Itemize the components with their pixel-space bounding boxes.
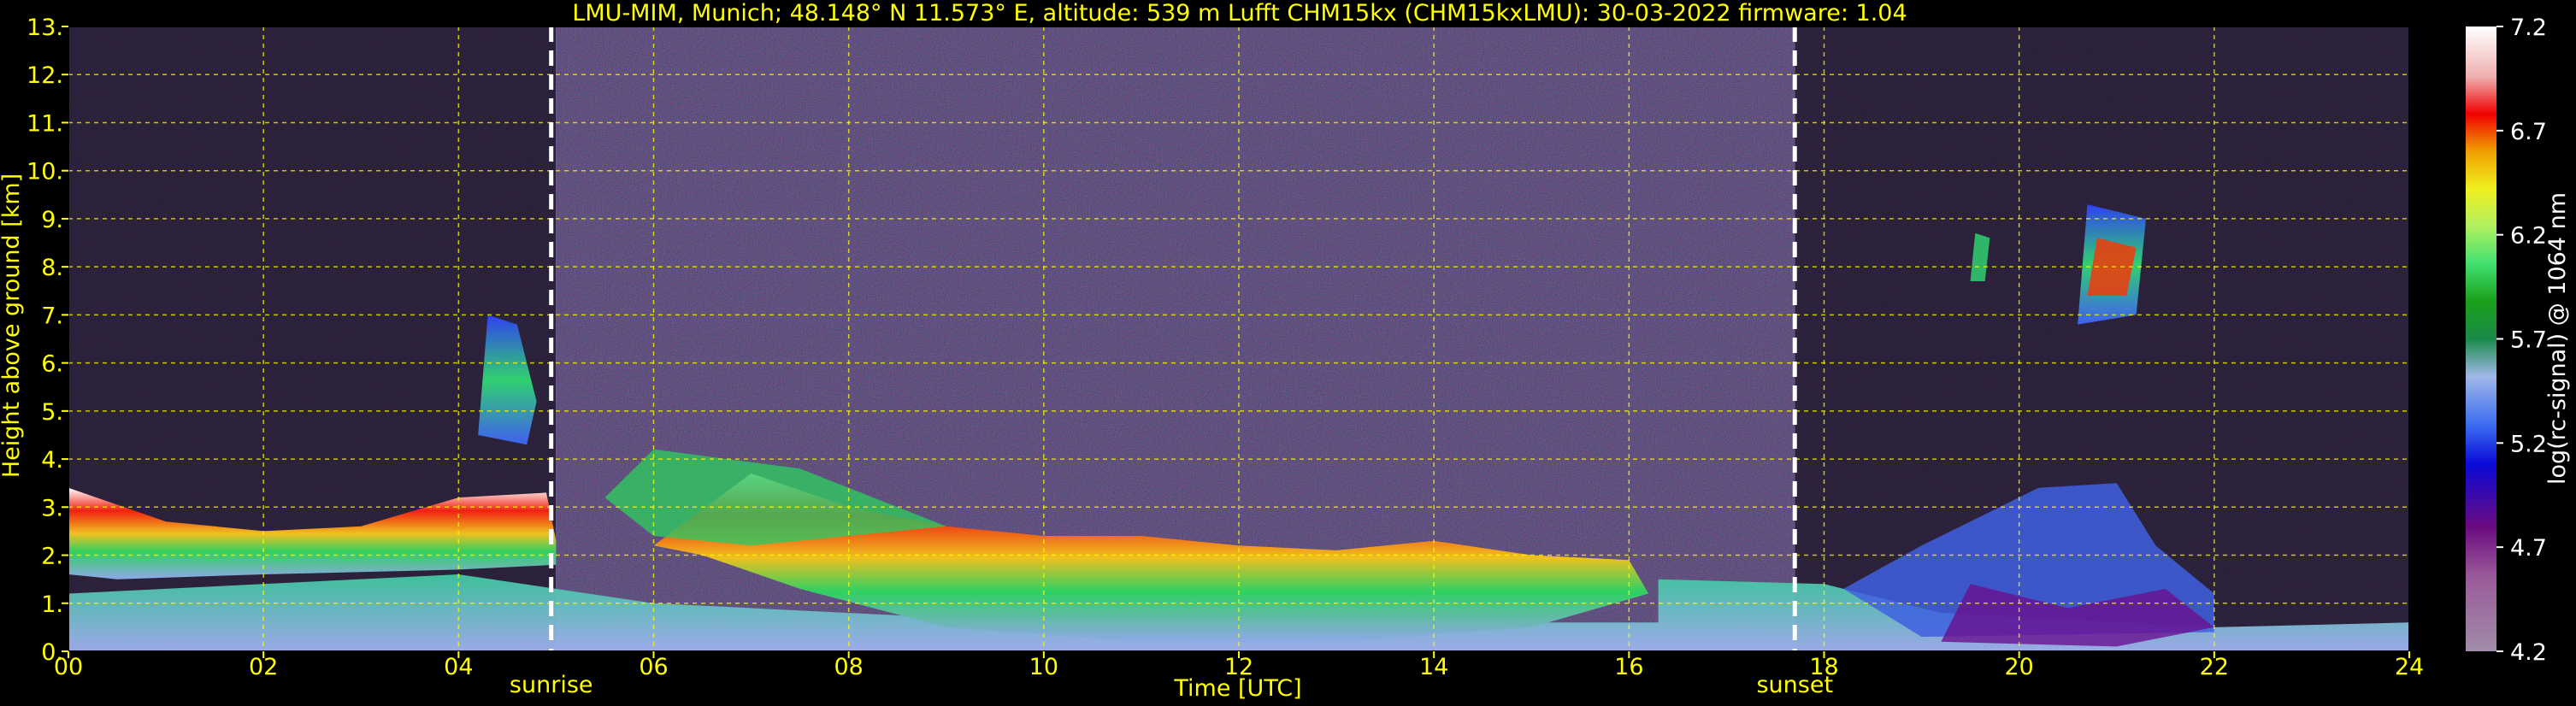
y-tick-label: 2. — [41, 544, 63, 570]
y-tick-label: 3. — [41, 495, 63, 521]
y-tick-label: 13. — [27, 15, 63, 41]
x-tick-label: 14 — [1419, 654, 1448, 680]
y-tick-label: 0. — [41, 639, 63, 666]
chart-title: LMU-MIM, Munich; 48.148° N 11.573° E, al… — [572, 0, 1907, 26]
y-tick-label: 8. — [41, 255, 63, 281]
y-tick-label: 7. — [41, 303, 63, 329]
colorbar-tick-label: 4.7 — [2510, 535, 2547, 562]
colorbar-tick-label: 4.2 — [2510, 639, 2547, 666]
y-tick-label: 10. — [27, 159, 63, 185]
x-tick-label: 24 — [2395, 654, 2424, 680]
y-axis-label: Height above ground [km] — [0, 174, 25, 478]
y-tick-label: 5. — [41, 399, 63, 426]
x-axis-label: Time [UTC] — [1173, 675, 1301, 702]
x-tick-label: 06 — [639, 654, 668, 680]
colorbar-label: log(rc-signal) @ 1064 nm — [2544, 192, 2571, 485]
x-tick-label: 10 — [1029, 654, 1058, 680]
colorbar-tick-label: 5.7 — [2510, 327, 2547, 354]
colorbar-gradient — [2466, 26, 2496, 651]
x-tick-label: 16 — [1614, 654, 1643, 680]
x-tick-label: 02 — [249, 654, 278, 680]
x-tick-label: 04 — [444, 654, 473, 680]
y-tick-label: 12. — [27, 62, 63, 89]
colorbar-tick-label: 5.2 — [2510, 431, 2547, 457]
x-tick-label: 18 — [1809, 654, 1838, 680]
sunrise-label: sunrise — [510, 672, 593, 698]
colorbar-tick-label: 6.2 — [2510, 223, 2547, 250]
colorbar-tick-label: 6.7 — [2510, 119, 2547, 145]
colorbar-tick-label: 7.2 — [2510, 15, 2547, 41]
x-tick-label: 08 — [834, 654, 863, 680]
y-tick-label: 9. — [41, 207, 63, 233]
colorbar-ticks: 4.2 4.7 5.2 5.7 6.2 6.7 7.2 — [2496, 15, 2547, 666]
x-tick-label: 22 — [2200, 654, 2229, 680]
y-tick-label: 1. — [41, 591, 63, 618]
ceilometer-chart: sunrise sunset 00 02 04 06 08 10 12 14 16 18 20 22 24… — [0, 0, 2571, 702]
y-tick-label: 6. — [41, 351, 63, 378]
colorbar: 4.2 4.7 5.2 5.7 6.2 6.7 7.2 log(rc-signal) @ 1… — [2466, 15, 2571, 666]
x-tick-label: 20 — [2004, 654, 2033, 680]
y-tick-label: 11. — [27, 110, 63, 137]
y-tick-label: 4. — [41, 447, 63, 474]
